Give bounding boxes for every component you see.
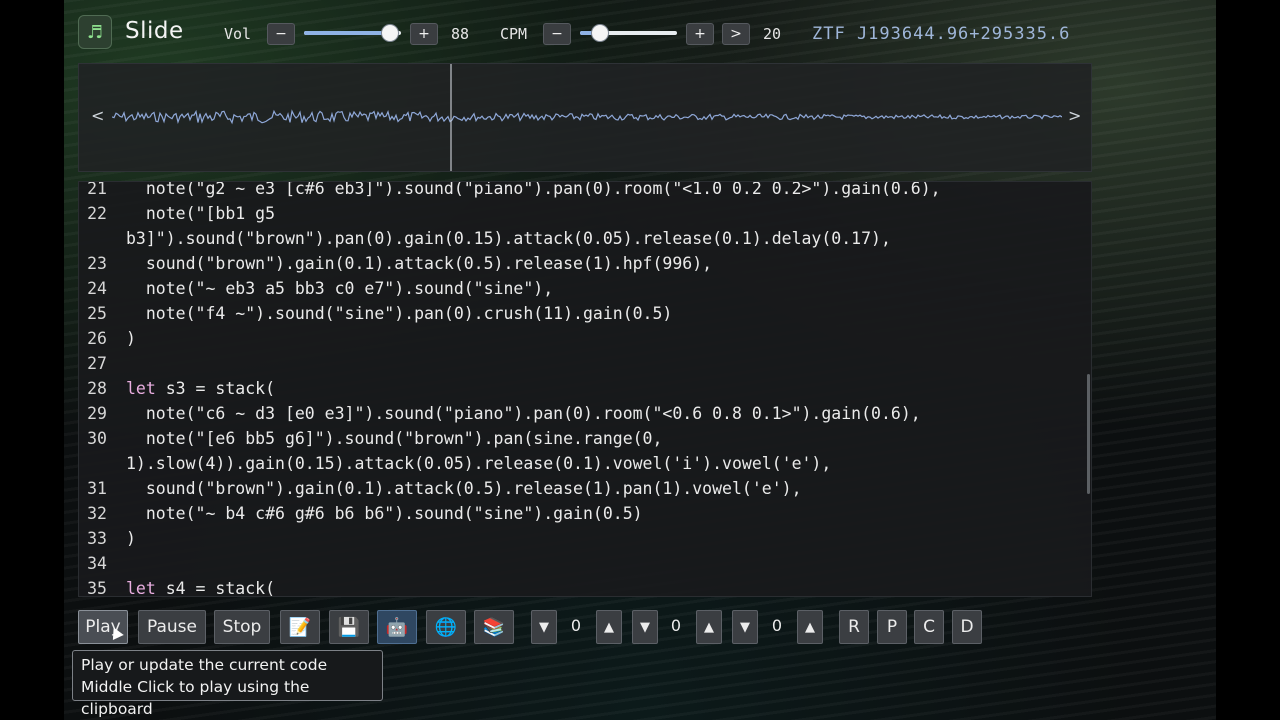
spinner2-down-button[interactable]: ▼ [632, 610, 658, 644]
cpm-slider-thumb[interactable] [591, 24, 610, 42]
code-line: b3]").sound("brown").pan(0).gain(0.15).a… [79, 226, 1091, 251]
code-line: 30 note("[e6 bb5 g6]").sound("brown").pa… [79, 426, 1091, 451]
code-line: 1).slow(4)).gain(0.15).attack(0.05).rele… [79, 451, 1091, 476]
d-button[interactable]: D [952, 610, 982, 644]
code-line: 21 note("g2 ~ e3 [c#6 eb3]").sound("pian… [79, 181, 1091, 201]
code-line: 28 let s3 = stack( [79, 376, 1091, 401]
line-number: 21 [87, 181, 107, 198]
line-number: 30 [87, 429, 107, 448]
code-text: sound("brown").gain(0.1).attack(0.5).rel… [126, 254, 713, 273]
code-text: ) [126, 529, 136, 548]
line-number: 35 [87, 579, 107, 597]
header-bar: ♬ Slide Vol − + 88 CPM − + > 20 ZTF J193… [64, 0, 1216, 62]
volume-slider-thumb[interactable] [381, 24, 400, 42]
waveform-panel: < > [78, 63, 1092, 172]
line-number: 22 [87, 204, 107, 223]
line-number: 27 [87, 354, 107, 373]
code-text: ) [126, 329, 136, 348]
books-icon[interactable]: 📚 [474, 610, 514, 644]
line-number: 25 [87, 304, 107, 323]
code-text: note("~ eb3 a5 bb3 c0 e7").sound("sine")… [126, 279, 554, 298]
cpm-value: 20 [763, 25, 782, 43]
music-note-icon[interactable]: ♬ [78, 15, 112, 49]
code-text: let s3 = stack( [126, 379, 276, 398]
spinner3-value: 0 [771, 616, 783, 635]
robot-icon[interactable]: 🤖 [377, 610, 417, 644]
pause-button[interactable]: Pause [138, 610, 206, 644]
code-text: note("[e6 bb5 g6]").sound("brown").pan(s… [126, 429, 663, 448]
cpm-label: CPM [500, 25, 528, 43]
code-line: 35 let s4 = stack( [79, 576, 1091, 597]
cpm-slider[interactable] [580, 24, 677, 42]
line-number: 23 [87, 254, 107, 273]
volume-decrease-button[interactable]: − [267, 23, 295, 45]
code-line: 23 sound("brown").gain(0.1).attack(0.5).… [79, 251, 1091, 276]
line-number: 34 [87, 554, 107, 573]
code-line: 31 sound("brown").gain(0.1).attack(0.5).… [79, 476, 1091, 501]
code-text: b3]").sound("brown").pan(0).gain(0.15).a… [126, 229, 891, 248]
spinner3-up-button[interactable]: ▲ [797, 610, 823, 644]
volume-slider-fill [304, 31, 390, 35]
volume-slider[interactable] [304, 24, 401, 42]
code-line: 33) [79, 526, 1091, 551]
code-text: note("c6 ~ d3 [e0 e3]").sound("piano").p… [126, 404, 921, 423]
spinner2-up-button[interactable]: ▲ [696, 610, 722, 644]
code-line: 26) [79, 326, 1091, 351]
line-number: 32 [87, 504, 107, 523]
next-button[interactable]: > [722, 23, 750, 45]
code-line: 29 note("c6 ~ d3 [e0 e3]").sound("piano"… [79, 401, 1091, 426]
code-text: 1).slow(4)).gain(0.15).attack(0.05).rele… [126, 454, 832, 473]
spinner3-down-button[interactable]: ▼ [732, 610, 758, 644]
app-window: ♬ Slide Vol − + 88 CPM − + > 20 ZTF J193… [64, 0, 1216, 720]
code-text: note("f4 ~").sound("sine").pan(0).crush(… [126, 304, 673, 323]
code-text: note("~ b4 c#6 g#6 b6 b6").sound("sine")… [126, 504, 643, 523]
line-number: 29 [87, 404, 107, 423]
waveform-next-button[interactable]: > [1068, 106, 1081, 125]
code-line: 22 note("[bb1 g5 [79, 201, 1091, 226]
waveform-trace [112, 109, 1062, 125]
memo-icon[interactable]: 📝 [280, 610, 320, 644]
line-number: 26 [87, 329, 107, 348]
code-text: sound("brown").gain(0.1).attack(0.5).rel… [126, 479, 802, 498]
line-number: 24 [87, 279, 107, 298]
code-line: 34 [79, 551, 1091, 576]
r-button[interactable]: R [839, 610, 869, 644]
waveform-prev-button[interactable]: < [91, 106, 104, 125]
app-title: Slide [125, 18, 184, 44]
code-editor[interactable]: 21 note("g2 ~ e3 [c#6 eb3]").sound("pian… [78, 181, 1092, 597]
cpm-increase-button[interactable]: + [686, 23, 714, 45]
code-line: 25 note("f4 ~").sound("sine").pan(0).cru… [79, 301, 1091, 326]
cpm-decrease-button[interactable]: − [543, 23, 571, 45]
code-line: 32 note("~ b4 c#6 g#6 b6 b6").sound("sin… [79, 501, 1091, 526]
spinner1-up-button[interactable]: ▲ [596, 610, 622, 644]
code-line: 27 [79, 351, 1091, 376]
line-number: 28 [87, 379, 107, 398]
waveform-display[interactable] [112, 64, 1062, 171]
spinner2-value: 0 [670, 616, 682, 635]
stop-button[interactable]: Stop [214, 610, 270, 644]
tooltip-line-2: Middle Click to play using the clipboard [81, 678, 310, 718]
p-button[interactable]: P [877, 610, 907, 644]
code-line: 24 note("~ eb3 a5 bb3 c0 e7").sound("sin… [79, 276, 1091, 301]
line-number: 31 [87, 479, 107, 498]
c-button[interactable]: C [914, 610, 944, 644]
code-text: let s4 = stack( [126, 579, 276, 597]
floppy-disk-icon[interactable]: 💾 [329, 610, 369, 644]
play-tooltip: Play or update the current code Middle C… [72, 650, 383, 718]
volume-increase-button[interactable]: + [410, 23, 438, 45]
code-text: note("[bb1 g5 [126, 204, 276, 223]
object-id: ZTF J193644.96+295335.6 [812, 24, 1071, 44]
volume-label: Vol [224, 25, 252, 43]
line-number: 33 [87, 529, 107, 548]
code-text: note("g2 ~ e3 [c#6 eb3]").sound("piano")… [126, 181, 941, 198]
tooltip-line-1: Play or update the current code [81, 656, 328, 674]
spinner1-down-button[interactable]: ▼ [531, 610, 557, 644]
editor-scrollbar[interactable] [1087, 374, 1090, 494]
spinner1-value: 0 [570, 616, 582, 635]
globe-icon[interactable]: 🌐 [426, 610, 466, 644]
volume-value: 88 [451, 25, 470, 43]
